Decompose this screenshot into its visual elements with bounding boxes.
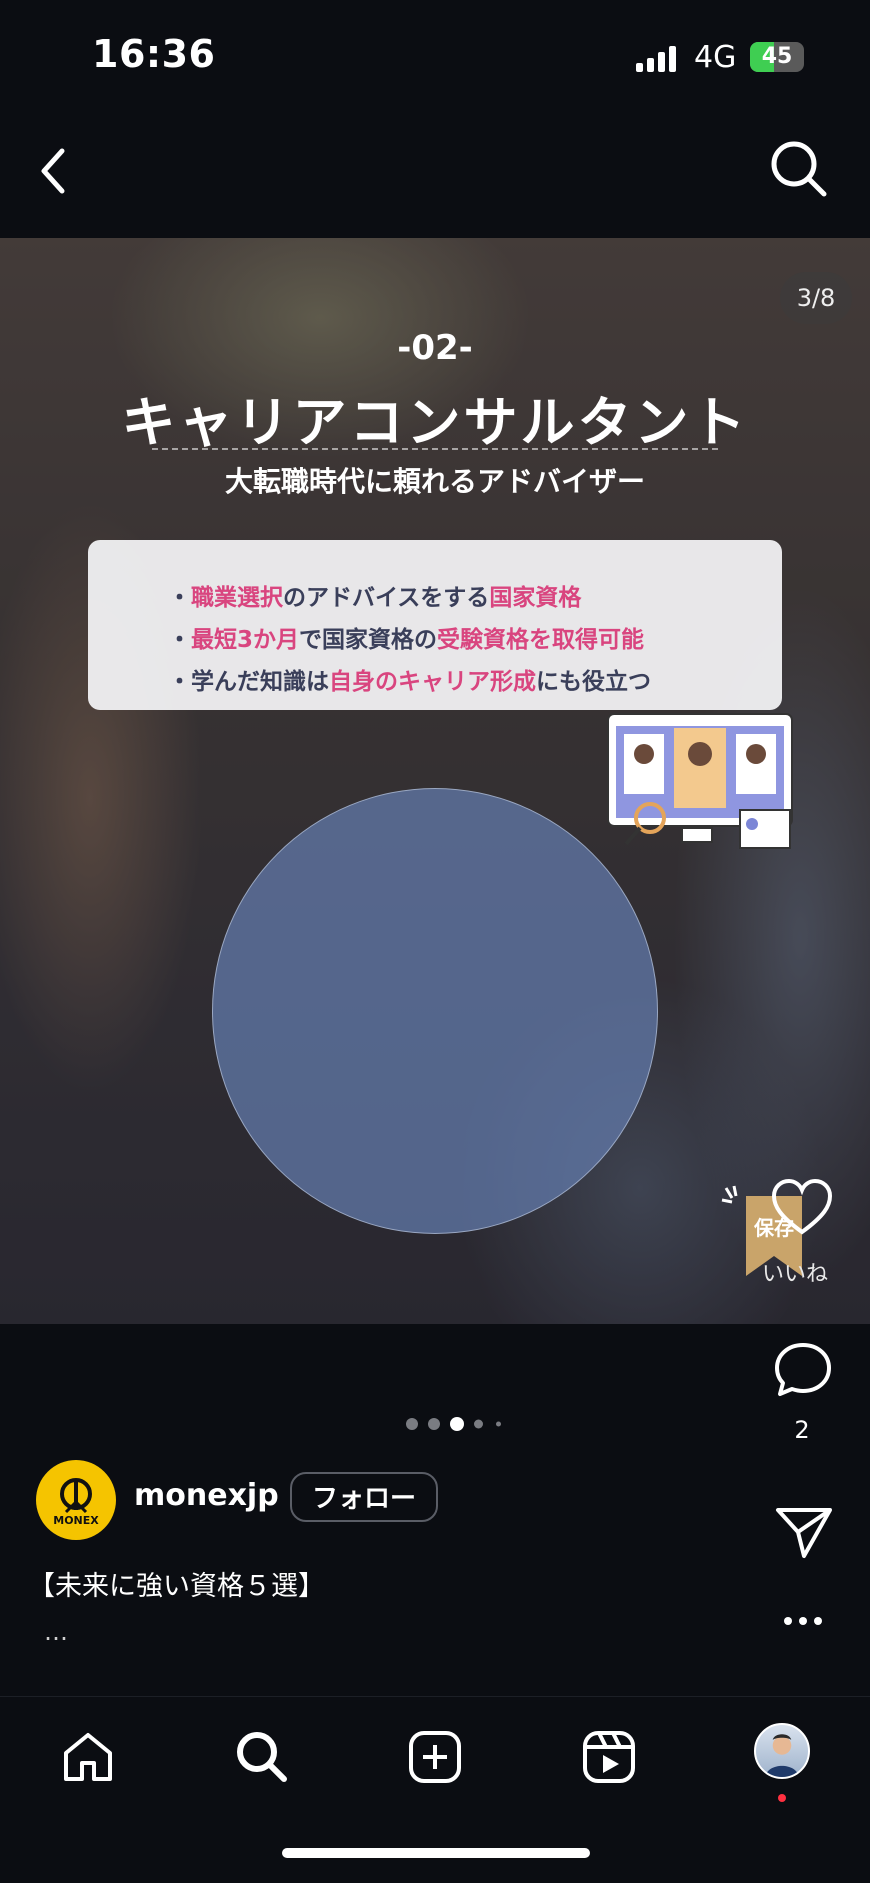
home-icon[interactable]: [58, 1727, 118, 1787]
follow-button[interactable]: フォロー: [290, 1472, 438, 1522]
caption-more[interactable]: …: [44, 1618, 68, 1646]
heart-icon[interactable]: [770, 1178, 834, 1236]
slide-title: キャリアコンサルタント: [121, 391, 749, 454]
monex-logo-icon: [60, 1478, 92, 1514]
home-indicator: [282, 1848, 590, 1858]
info-card: ・職業選択のアドバイスをする国家資格 ・最短3か月で国家資格の受験資格を取得可能…: [88, 540, 782, 710]
network-type: 4G: [694, 40, 737, 75]
post-caption: 【未来に強い資格５選】: [28, 1571, 325, 1602]
battery-icon: 45: [750, 42, 804, 72]
search-tab-icon[interactable]: [232, 1727, 292, 1787]
profile-avatar-icon[interactable]: [754, 1723, 810, 1779]
avatar[interactable]: MONEX: [36, 1460, 116, 1540]
top-nav: [0, 110, 870, 238]
battery-level: 45: [761, 44, 793, 69]
carousel-dot: [406, 1418, 418, 1430]
carousel-dot: [428, 1418, 440, 1430]
bullet-item: ・学んだ知識は自身のキャリア形成にも役立つ: [168, 669, 651, 695]
status-bar: 16:36 4G 45: [0, 0, 870, 110]
slide-subtitle: 大転職時代に頼れるアドバイザー: [224, 465, 645, 498]
like-label: いいね: [762, 1262, 829, 1287]
post-image[interactable]: 3/8 -02- キャリアコンサルタント 大転職時代に頼れるアドバイザー ・職業…: [0, 238, 870, 1324]
comment-count: 2: [794, 1416, 810, 1444]
status-time: 16:36: [92, 32, 216, 76]
comment-icon[interactable]: [772, 1340, 834, 1400]
back-arrow-icon[interactable]: [32, 136, 102, 206]
profile-person-icon: [765, 1734, 799, 1777]
username[interactable]: monexjp: [134, 1478, 279, 1513]
bullet-item: ・職業選択のアドバイスをする国家資格: [168, 585, 582, 611]
bullet-item: ・最短3か月で国家資格の受験資格を取得可能: [168, 627, 645, 653]
slide-number: -02-: [397, 328, 473, 368]
decorative-circle: [212, 788, 658, 1234]
carousel-dot: [496, 1421, 501, 1427]
carousel-indicator: [402, 1414, 512, 1434]
create-post-icon[interactable]: [405, 1727, 465, 1787]
search-icon[interactable]: [764, 134, 834, 204]
reels-icon[interactable]: [579, 1727, 639, 1787]
candidate-selection-illustration: [607, 713, 793, 849]
title-divider: [152, 448, 718, 450]
avatar-label: MONEX: [53, 1514, 99, 1527]
carousel-dot: [474, 1419, 483, 1429]
carousel-dot: [450, 1417, 464, 1431]
share-icon[interactable]: [772, 1502, 836, 1562]
notification-dot: [778, 1794, 786, 1802]
cellular-signal-icon: [636, 46, 680, 72]
more-options-icon[interactable]: [782, 1614, 824, 1628]
slide-counter: 3/8: [780, 272, 852, 324]
